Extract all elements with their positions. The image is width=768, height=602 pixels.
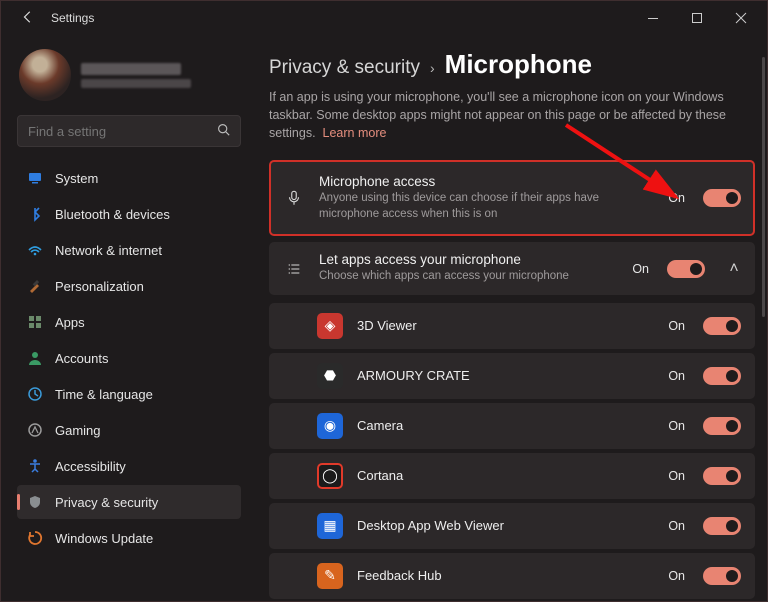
sidebar-item-accessibility[interactable]: Accessibility (17, 449, 241, 483)
sidebar-item-windows-update[interactable]: Windows Update (17, 521, 241, 555)
scrollbar[interactable] (762, 57, 765, 317)
window-title: Settings (51, 11, 94, 25)
sidebar-item-personalization[interactable]: Personalization (17, 269, 241, 303)
sidebar-item-label: Personalization (55, 279, 144, 294)
breadcrumb-parent[interactable]: Privacy & security (269, 57, 420, 79)
app-toggle[interactable] (703, 567, 741, 585)
sidebar-item-label: System (55, 171, 98, 186)
system-icon (27, 170, 43, 186)
app-row: ⬣ ARMOURY CRATE On (269, 353, 755, 399)
app-name: Camera (357, 418, 654, 433)
app-icon: ◈ (317, 313, 343, 339)
titlebar: Settings (1, 1, 767, 35)
app-toggle[interactable] (703, 317, 741, 335)
toggle-label: On (668, 569, 685, 583)
sidebar-item-accounts[interactable]: Accounts (17, 341, 241, 375)
sidebar-item-label: Accessibility (55, 459, 126, 474)
toggle-label: On (668, 319, 685, 333)
app-icon: ◯ (317, 463, 343, 489)
sidebar-item-privacy-security[interactable]: Privacy & security (17, 485, 241, 519)
chevron-right-icon: › (430, 60, 435, 76)
app-row: ◈ 3D Viewer On (269, 303, 755, 349)
globe-clock-icon (27, 386, 43, 402)
card-title: Microphone access (319, 174, 654, 189)
close-button[interactable] (719, 1, 763, 35)
toggle-label: On (668, 419, 685, 433)
sidebar-item-label: Accounts (55, 351, 108, 366)
update-icon (27, 530, 43, 546)
app-toggle[interactable] (703, 367, 741, 385)
app-icon: ◉ (317, 413, 343, 439)
app-icon: ✎ (317, 563, 343, 589)
app-row: ◯ Cortana On (269, 453, 755, 499)
card-subtitle: Choose which apps can access your microp… (319, 269, 618, 285)
toggle-label: On (632, 262, 649, 276)
app-toggle[interactable] (703, 467, 741, 485)
accessibility-icon (27, 458, 43, 474)
search-box[interactable] (17, 115, 241, 147)
sidebar-item-gaming[interactable]: Gaming (17, 413, 241, 447)
app-icon: ▦ (317, 513, 343, 539)
app-name: Feedback Hub (357, 568, 654, 583)
sidebar-item-label: Time & language (55, 387, 153, 402)
brush-icon (27, 278, 43, 294)
gaming-icon (27, 422, 43, 438)
card-title: Let apps access your microphone (319, 252, 618, 267)
let-apps-access-card[interactable]: Let apps access your microphone Choose w… (269, 242, 755, 295)
back-button[interactable] (15, 10, 41, 27)
apps-icon (27, 314, 43, 330)
app-icon: ⬣ (317, 363, 343, 389)
sidebar-item-system[interactable]: System (17, 161, 241, 195)
search-icon (217, 123, 230, 139)
list-icon (283, 261, 305, 277)
maximize-button[interactable] (675, 1, 719, 35)
app-name: Desktop App Web Viewer (357, 518, 654, 533)
sidebar-item-label: Windows Update (55, 531, 153, 546)
app-row: ◉ Camera On (269, 403, 755, 449)
toggle-label: On (668, 191, 685, 205)
content: Privacy & security › Microphone If an ap… (251, 35, 767, 601)
toggle-label: On (668, 369, 685, 383)
chevron-up-icon: ˄ (727, 260, 741, 278)
let-apps-toggle[interactable] (667, 260, 705, 278)
app-name: ARMOURY CRATE (357, 368, 654, 383)
sidebar-item-label: Bluetooth & devices (55, 207, 170, 222)
app-toggle[interactable] (703, 517, 741, 535)
sidebar-item-label: Network & internet (55, 243, 162, 258)
wifi-icon (27, 242, 43, 258)
sidebar-item-label: Apps (55, 315, 85, 330)
sidebar: System Bluetooth & devices Network & inter… (1, 35, 251, 601)
avatar (19, 49, 71, 101)
breadcrumb: Privacy & security › Microphone (269, 49, 755, 80)
toggle-label: On (668, 519, 685, 533)
profile-name-redacted (81, 63, 191, 88)
sidebar-item-label: Gaming (55, 423, 101, 438)
profile[interactable] (19, 49, 241, 101)
microphone-access-toggle[interactable] (703, 189, 741, 207)
toggle-label: On (668, 469, 685, 483)
sidebar-item-apps[interactable]: Apps (17, 305, 241, 339)
bluetooth-icon (27, 206, 43, 222)
app-list: ◈ 3D Viewer On ⬣ ARMOURY CRATE On ◉ Camera On ◯ Co… (269, 303, 755, 599)
sidebar-item-label: Privacy & security (55, 495, 158, 510)
page-description: If an app is using your microphone, you'… (269, 88, 739, 142)
microphone-access-card[interactable]: Microphone access Anyone using this devi… (269, 160, 755, 236)
card-subtitle: Anyone using this device can choose if t… (319, 191, 654, 222)
sidebar-item-network-internet[interactable]: Network & internet (17, 233, 241, 267)
minimize-button[interactable] (631, 1, 675, 35)
shield-icon (27, 494, 43, 510)
app-name: Cortana (357, 468, 654, 483)
sidebar-item-bluetooth-devices[interactable]: Bluetooth & devices (17, 197, 241, 231)
search-input[interactable] (28, 124, 217, 139)
learn-more-link[interactable]: Learn more (323, 126, 387, 140)
app-row: ✎ Feedback Hub On (269, 553, 755, 599)
nav: System Bluetooth & devices Network & inter… (17, 161, 241, 555)
page-title: Microphone (445, 49, 592, 80)
person-icon (27, 350, 43, 366)
app-row: ▦ Desktop App Web Viewer On (269, 503, 755, 549)
sidebar-item-time-language[interactable]: Time & language (17, 377, 241, 411)
app-name: 3D Viewer (357, 318, 654, 333)
app-toggle[interactable] (703, 417, 741, 435)
microphone-icon (283, 189, 305, 207)
